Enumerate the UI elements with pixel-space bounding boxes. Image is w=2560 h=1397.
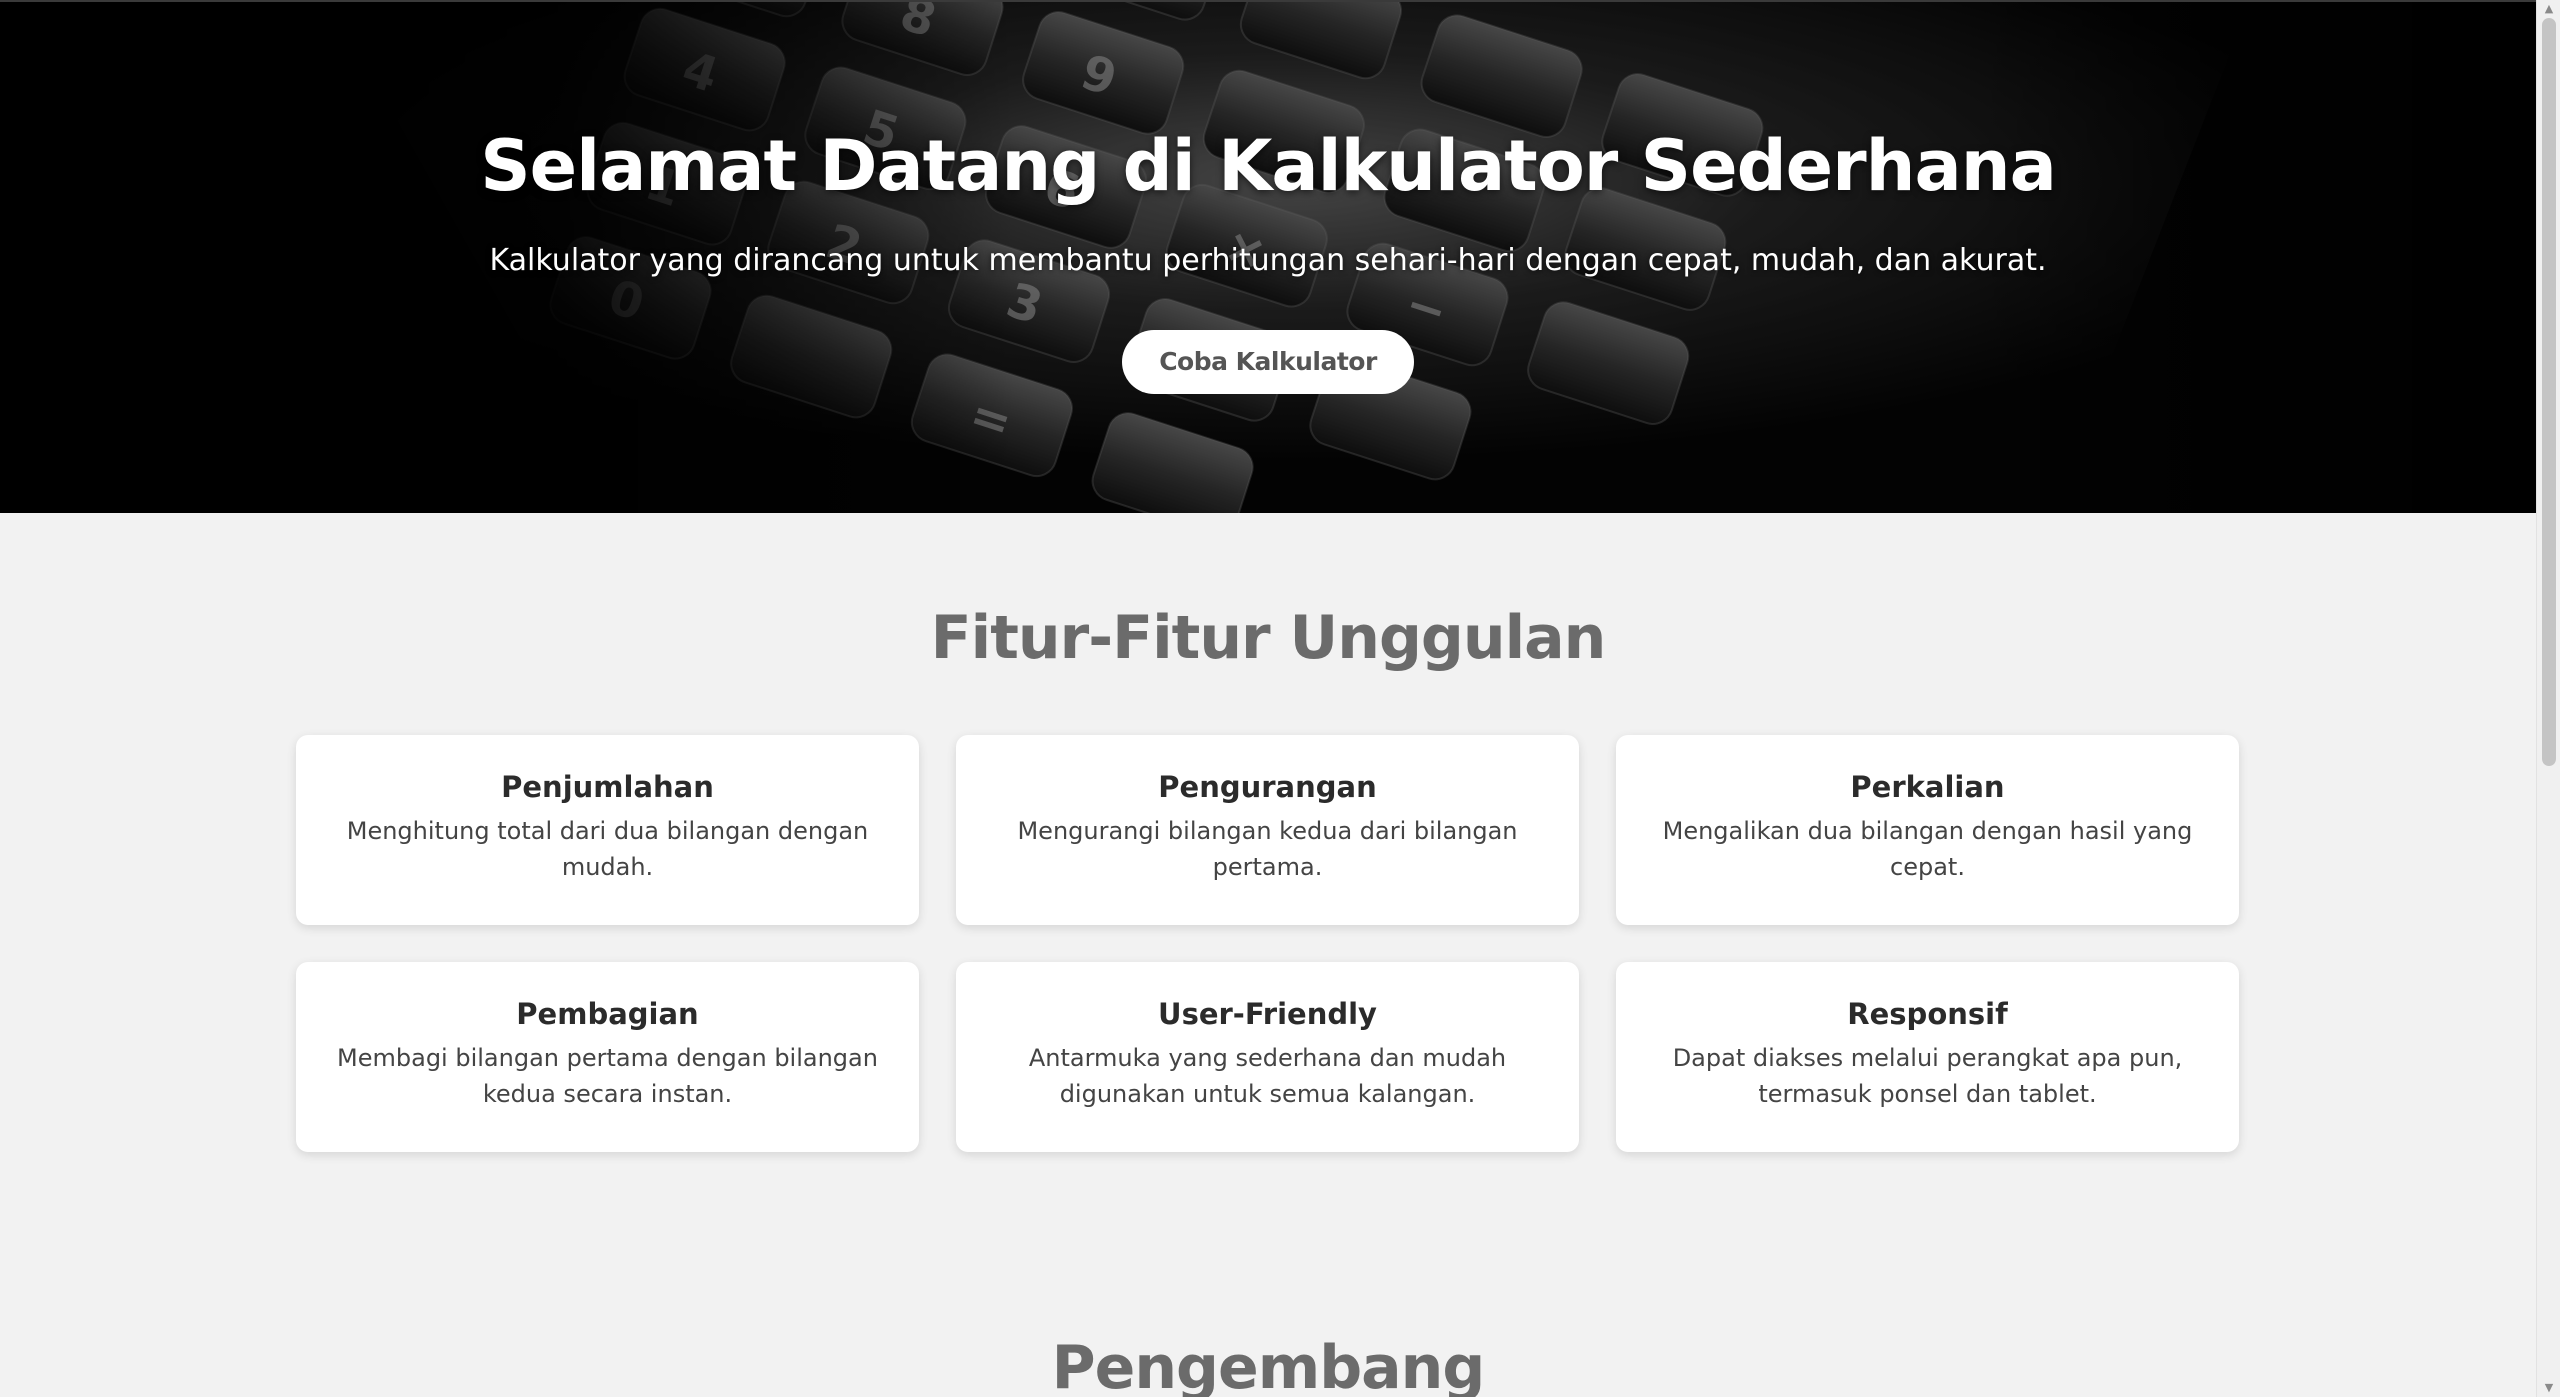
- triangle-up-icon[interactable]: ▲: [2537, 0, 2560, 18]
- hero-content: Selamat Datang di Kalkulator Sederhana K…: [0, 2, 2536, 513]
- feature-card-division: Pembagian Membagi bilangan pertama denga…: [296, 962, 919, 1152]
- hero-title: Selamat Datang di Kalkulator Sederhana: [480, 125, 2057, 207]
- feature-card-user-friendly: User-Friendly Antarmuka yang sederhana d…: [956, 962, 1579, 1152]
- hero-section: M √ % 7 8 9 4 5 6 1 2 3 + × − 0 =: [0, 0, 2536, 513]
- feature-card-title: Perkalian: [1850, 770, 2005, 804]
- hero-subtitle: Kalkulator yang dirancang untuk membantu…: [489, 243, 2047, 278]
- page-scrollbar[interactable]: ▲ ▼: [2536, 0, 2560, 1397]
- triangle-down-icon[interactable]: ▼: [2537, 1379, 2560, 1397]
- feature-card-description: Mengalikan dua bilangan dengan hasil yan…: [1662, 817, 2193, 881]
- feature-card-multiplication: Perkalian Mengalikan dua bilangan dengan…: [1616, 735, 2239, 925]
- feature-card-description: Antarmuka yang sederhana dan mudah digun…: [1028, 1044, 1507, 1108]
- scrollbar-thumb[interactable]: [2542, 18, 2556, 766]
- feature-card-description: Menghitung total dari dua bilangan denga…: [346, 817, 869, 881]
- feature-card-responsive: Responsif Dapat diakses melalui perangka…: [1616, 962, 2239, 1152]
- feature-card-description: Dapat diakses melalui perangkat apa pun,…: [1672, 1044, 2183, 1108]
- feature-card-description: Membagi bilangan pertama dengan bilangan…: [337, 1044, 878, 1108]
- feature-card-addition: Penjumlahan Menghitung total dari dua bi…: [296, 735, 919, 925]
- feature-card-title: Penjumlahan: [501, 770, 714, 804]
- feature-card-subtraction: Pengurangan Mengurangi bilangan kedua da…: [956, 735, 1579, 925]
- page: M √ % 7 8 9 4 5 6 1 2 3 + × − 0 =: [0, 0, 2560, 1397]
- feature-card-title: Pengurangan: [1158, 770, 1377, 804]
- feature-card-title: User-Friendly: [1158, 997, 1377, 1031]
- features-title: Fitur-Fitur Unggulan: [930, 603, 1607, 673]
- feature-card-title: Responsif: [1847, 997, 2008, 1031]
- try-calculator-button[interactable]: Coba Kalkulator: [1122, 330, 1414, 394]
- feature-card-description: Mengurangi bilangan kedua dari bilangan …: [1017, 817, 1518, 881]
- developers-title: Pengembang: [1051, 1333, 1486, 1397]
- feature-card-title: Pembagian: [516, 997, 699, 1031]
